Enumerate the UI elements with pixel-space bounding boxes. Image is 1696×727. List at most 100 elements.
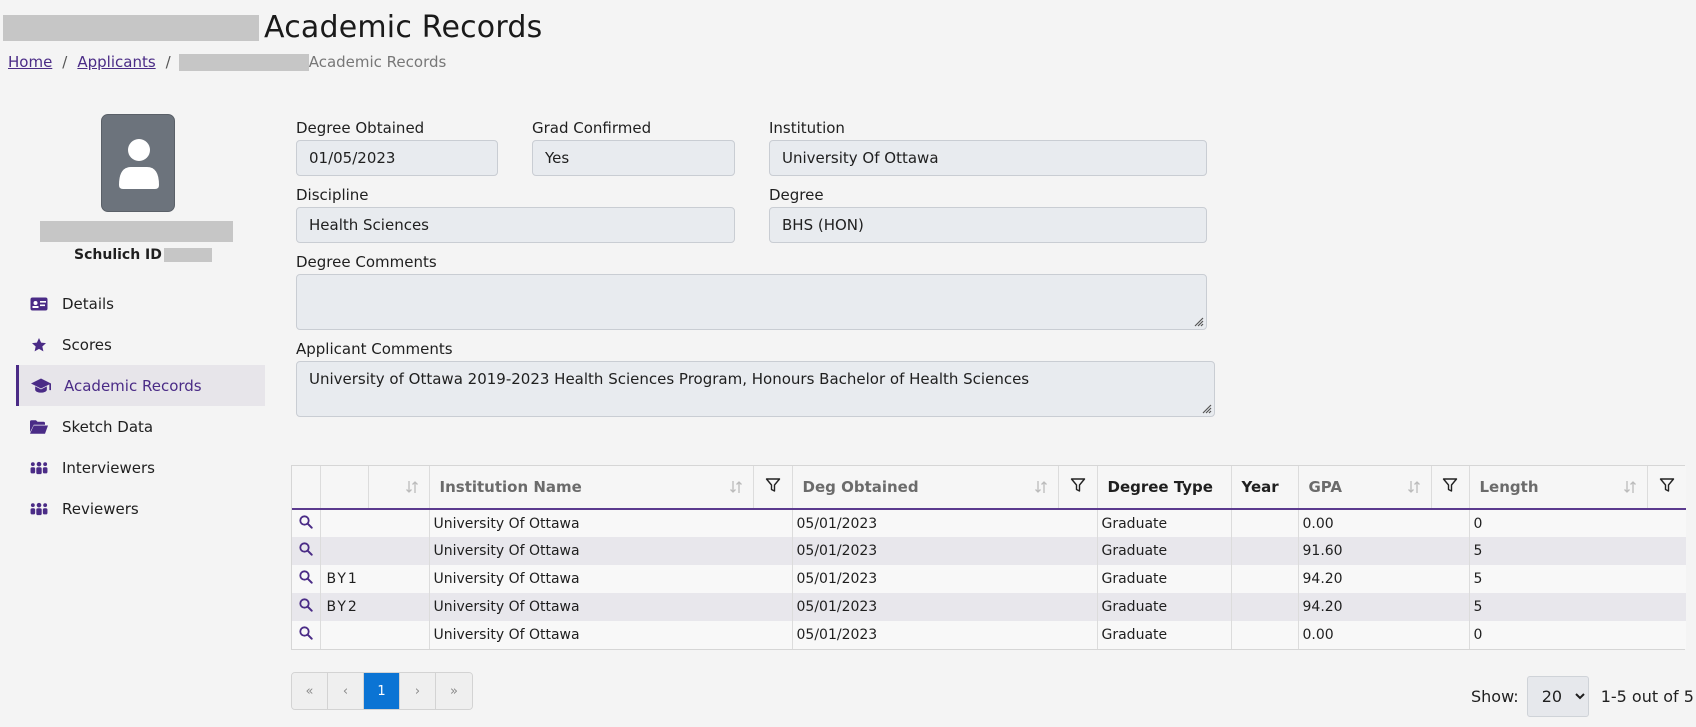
- cell-degree-type: Graduate: [1097, 565, 1232, 593]
- filter-icon[interactable]: [1070, 477, 1086, 493]
- cell-code: BY1: [320, 565, 430, 593]
- cell-degree-type: Graduate: [1097, 509, 1232, 537]
- people-icon: [28, 459, 50, 477]
- view-record-button[interactable]: [292, 537, 321, 565]
- cell-year: [1231, 509, 1299, 537]
- table-header-row: Institution Name Deg Obtained Degree Typ…: [292, 466, 1686, 510]
- redacted-applicant-name: [3, 14, 259, 41]
- breadcrumb: Home / Applicants / Academic Records: [8, 53, 446, 71]
- degree-obtained-field[interactable]: 01/05/2023: [296, 140, 498, 176]
- magnifier-icon[interactable]: [299, 514, 313, 529]
- breadcrumb-applicants-link[interactable]: Applicants: [77, 53, 155, 71]
- header-degree-type[interactable]: Degree Type: [1097, 466, 1232, 510]
- header-unnamed-sortable[interactable]: [368, 466, 430, 510]
- breadcrumb-home-link[interactable]: Home: [8, 53, 52, 71]
- grad-confirmed-label: Grad Confirmed: [532, 119, 652, 137]
- cell-degree-type: Graduate: [1097, 537, 1232, 565]
- cell-gpa: 94.20: [1298, 593, 1470, 621]
- show-label: Show:: [1471, 687, 1519, 706]
- cell-code: BY2: [320, 593, 430, 621]
- prev-page-button[interactable]: ‹: [328, 673, 364, 709]
- star-icon: [28, 336, 50, 354]
- sidebar-item-label: Reviewers: [62, 499, 139, 518]
- people-icon: [28, 500, 50, 518]
- page-size-select[interactable]: 20: [1526, 676, 1589, 717]
- cell-gpa: 0.00: [1298, 509, 1470, 537]
- header-length[interactable]: Length: [1469, 466, 1648, 510]
- degree-field[interactable]: BHS (HON): [769, 207, 1207, 243]
- sidebar-item-label: Interviewers: [62, 458, 155, 477]
- sidebar-item-label: Academic Records: [64, 376, 202, 395]
- cell-length: 5: [1469, 565, 1686, 593]
- sidebar-item-reviewers[interactable]: Reviewers: [16, 488, 265, 529]
- schulich-id: Schulich ID: [74, 247, 212, 263]
- filter-length[interactable]: [1647, 466, 1686, 510]
- sidebar-item-details[interactable]: Details: [16, 283, 265, 324]
- cell-degree-type: Graduate: [1097, 593, 1232, 621]
- sort-icon[interactable]: [729, 480, 743, 494]
- header-institution-name[interactable]: Institution Name: [429, 466, 754, 510]
- table-row: BY2 University Of Ottawa 05/01/2023 Grad…: [292, 593, 1686, 621]
- cell-length: 0: [1469, 621, 1686, 649]
- cell-institution: University Of Ottawa: [429, 621, 793, 649]
- header-label: Institution Name: [439, 478, 582, 496]
- institution-field[interactable]: University Of Ottawa: [769, 140, 1207, 176]
- next-page-button[interactable]: ›: [400, 673, 436, 709]
- filter-icon[interactable]: [1442, 477, 1458, 493]
- view-record-button[interactable]: [292, 509, 321, 537]
- breadcrumb-separator: /: [165, 53, 171, 71]
- magnifier-icon[interactable]: [299, 542, 313, 556]
- cell-code: [320, 537, 430, 565]
- magnifier-icon[interactable]: [299, 570, 313, 584]
- sort-icon[interactable]: [1407, 480, 1421, 494]
- magnifier-icon[interactable]: [299, 626, 313, 640]
- resize-grip-icon[interactable]: [1192, 315, 1204, 327]
- record-count: 1-5 out of 5: [1600, 687, 1694, 706]
- cell-deg-obtained: 05/01/2023: [792, 593, 1098, 621]
- sidebar-item-interviewers[interactable]: Interviewers: [16, 447, 265, 488]
- view-record-button[interactable]: [292, 593, 321, 621]
- first-page-button[interactable]: «: [292, 673, 328, 709]
- cell-code: [320, 621, 430, 649]
- filter-icon[interactable]: [765, 477, 781, 493]
- filter-institution-name[interactable]: [753, 466, 793, 510]
- cell-code: [320, 509, 430, 537]
- cell-degree-type: Graduate: [1097, 621, 1232, 649]
- grad-confirmed-field[interactable]: Yes: [532, 140, 735, 176]
- header-gpa[interactable]: GPA: [1298, 466, 1432, 510]
- pagination: « ‹ 1 › »: [291, 672, 473, 710]
- academic-records-grid: Institution Name Deg Obtained Degree Typ…: [291, 465, 1686, 650]
- magnifier-icon[interactable]: [299, 598, 313, 612]
- page-title: Academic Records: [264, 10, 543, 45]
- degree-comments-textarea[interactable]: [296, 274, 1207, 330]
- cell-deg-obtained: 05/01/2023: [792, 509, 1098, 537]
- view-record-button[interactable]: [292, 621, 321, 649]
- sort-icon[interactable]: [1034, 480, 1048, 494]
- view-record-button[interactable]: [292, 565, 321, 593]
- header-deg-obtained[interactable]: Deg Obtained: [792, 466, 1059, 510]
- last-page-button[interactable]: »: [436, 673, 472, 709]
- header-view-column: [292, 466, 321, 510]
- resize-grip-icon[interactable]: [1200, 402, 1212, 414]
- table-row: University Of Ottawa 05/01/2023 Graduate…: [292, 621, 1686, 649]
- sort-icon[interactable]: [1623, 480, 1637, 494]
- cell-year: [1231, 537, 1299, 565]
- sort-icon[interactable]: [405, 480, 419, 494]
- cell-institution: University Of Ottawa: [429, 537, 793, 565]
- filter-icon[interactable]: [1659, 477, 1675, 493]
- discipline-field[interactable]: Health Sciences: [296, 207, 735, 243]
- cell-gpa: 0.00: [1298, 621, 1470, 649]
- sidebar-item-academic-records[interactable]: Academic Records: [16, 365, 265, 406]
- header-year[interactable]: Year: [1231, 466, 1299, 510]
- page-1-button[interactable]: 1: [364, 673, 400, 709]
- filter-gpa[interactable]: [1431, 466, 1470, 510]
- sidebar-item-label: Sketch Data: [62, 417, 154, 436]
- sidebar-nav: Details Scores Academic Records Sketch D…: [16, 283, 265, 529]
- filter-deg-obtained[interactable]: [1058, 466, 1098, 510]
- sidebar-item-scores[interactable]: Scores: [16, 324, 265, 365]
- sidebar-item-sketch-data[interactable]: Sketch Data: [16, 406, 265, 447]
- avatar: [101, 114, 175, 212]
- redacted-applicant-name: [40, 221, 233, 242]
- applicant-comments-textarea[interactable]: University of Ottawa 2019-2023 Health Sc…: [296, 361, 1215, 417]
- cell-length: 5: [1469, 537, 1686, 565]
